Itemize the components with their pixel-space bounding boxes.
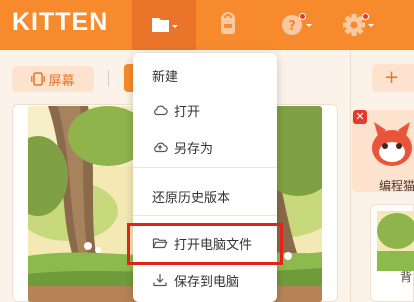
delete-sprite-icon[interactable]: ✕: [353, 110, 367, 124]
screen-button[interactable]: 屏幕: [12, 66, 94, 92]
toolbar-divider: [108, 70, 109, 86]
settings-button[interactable]: [340, 10, 376, 40]
menu-divider: [133, 215, 277, 216]
file-menu-button[interactable]: [132, 0, 196, 50]
folder-icon: [152, 18, 178, 32]
menu-divider: [133, 167, 277, 168]
app-logo: KITTEN: [12, 8, 109, 36]
notification-dot: [299, 13, 306, 20]
highlight-box: [127, 223, 283, 265]
menu-item-new[interactable]: 新建: [133, 58, 277, 92]
help-button[interactable]: ?: [278, 10, 314, 40]
background-card[interactable]: [370, 204, 414, 302]
cloud-icon: [154, 105, 168, 116]
menu-item-label: 另存为: [174, 141, 214, 157]
menu-item-save-as[interactable]: 另存为: [133, 130, 277, 164]
device-icon: [31, 72, 46, 86]
backpack-icon: [221, 12, 235, 34]
sprite-name-label: 编程猫: [379, 179, 414, 193]
cloud-upload-icon: [154, 142, 168, 153]
menu-item-label: 保存到电脑: [174, 274, 240, 290]
cat-sprite-thumbnail: [372, 122, 412, 166]
menu-item-label: 打开: [174, 104, 201, 120]
notification-dot: [362, 13, 369, 20]
menu-item-restore-history[interactable]: 还原历史版本: [133, 179, 277, 213]
gear-icon: [343, 14, 374, 36]
menu-item-label: 还原历史版本: [152, 190, 231, 206]
screen-button-label: 屏幕: [48, 73, 75, 89]
background-name-label: 背: [400, 270, 413, 284]
svg-text:?: ?: [288, 19, 296, 34]
background-thumbnail: [377, 211, 414, 271]
add-sprite-button[interactable]: +: [372, 64, 414, 92]
help-icon: ?: [282, 15, 312, 35]
download-icon: [153, 274, 167, 287]
menu-item-open[interactable]: 打开: [133, 93, 277, 127]
backpack-button[interactable]: [212, 10, 244, 40]
menu-item-label: 新建: [152, 69, 179, 85]
menu-item-save-to-computer[interactable]: 保存到电脑: [133, 263, 277, 297]
